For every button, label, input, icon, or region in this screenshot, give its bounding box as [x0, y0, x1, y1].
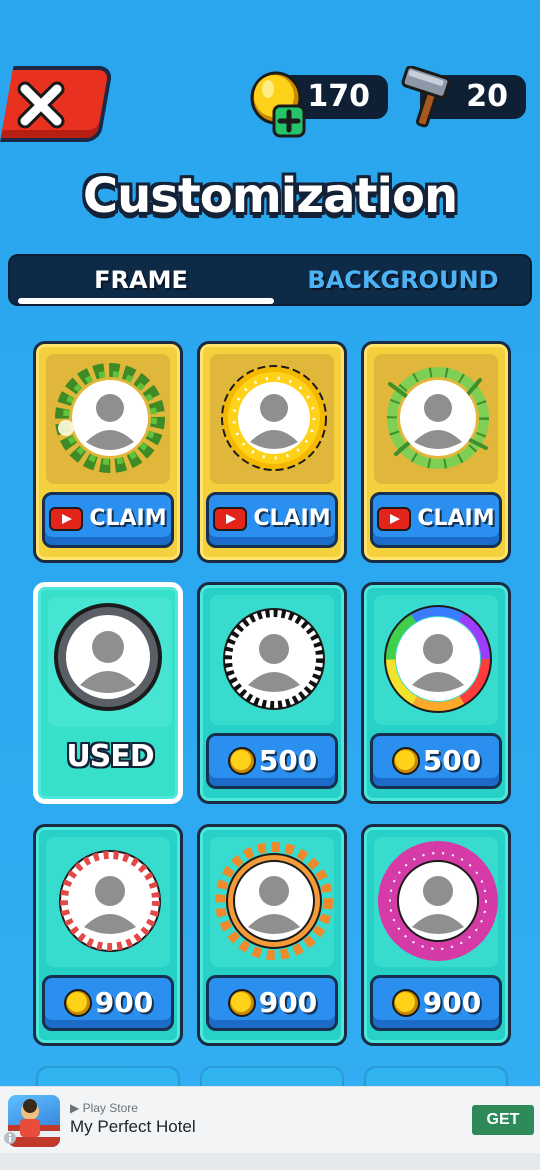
ad-title: My Perfect Hotel: [70, 1117, 196, 1136]
coin-icon: [63, 989, 92, 1017]
claim-label: CLAIM: [253, 506, 331, 531]
frame-card-laurel[interactable]: CLAIM: [33, 341, 183, 563]
price-label: 900: [258, 986, 318, 1019]
tab-background[interactable]: BACKGROUND: [272, 256, 534, 304]
tab-frame[interactable]: FRAME: [10, 256, 272, 304]
ad-get-button[interactable]: GET: [472, 1105, 534, 1135]
video-ad-icon: [377, 507, 412, 531]
hammer-balance-value: 20: [466, 79, 508, 114]
used-status: USED: [66, 739, 154, 774]
price-label: 500: [422, 744, 482, 777]
price-label: 900: [422, 986, 482, 1019]
buy-button[interactable]: 900: [206, 975, 338, 1031]
coin-balance-value: 170: [307, 79, 370, 114]
buy-button[interactable]: 900: [42, 975, 174, 1031]
price-label: 500: [258, 744, 318, 777]
coin-icon: [391, 747, 420, 775]
frame-card-scalloped[interactable]: 900: [361, 824, 511, 1046]
buy-button[interactable]: 500: [206, 733, 338, 789]
active-tab-indicator: [18, 298, 274, 304]
customization-screen: 170 20 Customization FRAME BACKGROUND CL…: [0, 0, 540, 1170]
ad-footer-strip: [0, 1153, 540, 1170]
rainbow-frame-icon: [384, 605, 492, 713]
frame-card-sun[interactable]: CLAIM: [197, 341, 347, 563]
claim-button[interactable]: CLAIM: [370, 492, 502, 548]
buy-button[interactable]: 900: [370, 975, 502, 1031]
ad-store-text: Play Store: [82, 1101, 138, 1115]
buy-button[interactable]: 500: [370, 733, 502, 789]
price-label: 900: [94, 986, 154, 1019]
claim-button[interactable]: CLAIM: [42, 492, 174, 548]
scalloped-frame-icon: [378, 841, 498, 961]
tab-bar: FRAME BACKGROUND: [8, 254, 532, 306]
frame-card-candy[interactable]: 900: [33, 824, 183, 1046]
default-frame-icon: [54, 603, 162, 711]
coin-icon: [391, 989, 420, 1017]
frame-card-default[interactable]: USED: [33, 582, 183, 804]
video-ad-icon: [49, 507, 84, 531]
frame-card-gear[interactable]: 900: [197, 824, 347, 1046]
video-ad-icon: [213, 507, 248, 531]
ad-banner[interactable]: ▶ Play Store My Perfect Hotel GET: [0, 1086, 540, 1170]
add-coins-button[interactable]: [272, 104, 306, 138]
close-icon[interactable]: [16, 80, 66, 130]
frame-card-checkered[interactable]: 500: [197, 582, 347, 804]
bamboo-frame-icon: [387, 367, 489, 469]
coin-icon: [227, 989, 256, 1017]
gear-frame-icon: [215, 842, 333, 960]
checkered-frame-icon: [223, 608, 325, 710]
ad-store-label: ▶ Play Store: [70, 1101, 138, 1115]
hammer-icon: [401, 66, 451, 128]
claim-button[interactable]: CLAIM: [206, 492, 338, 548]
candy-frame-icon: [59, 850, 161, 952]
ad-info-icon[interactable]: [2, 1130, 18, 1146]
claim-label: CLAIM: [89, 506, 167, 531]
frame-card-rainbow[interactable]: 500: [361, 582, 511, 804]
coin-icon: [227, 747, 256, 775]
page-title: Customization: [82, 168, 458, 224]
sun-frame-icon: [221, 365, 327, 471]
claim-label: CLAIM: [417, 506, 495, 531]
frame-card-bamboo[interactable]: CLAIM: [361, 341, 511, 563]
laurel-frame-icon: [55, 363, 165, 473]
